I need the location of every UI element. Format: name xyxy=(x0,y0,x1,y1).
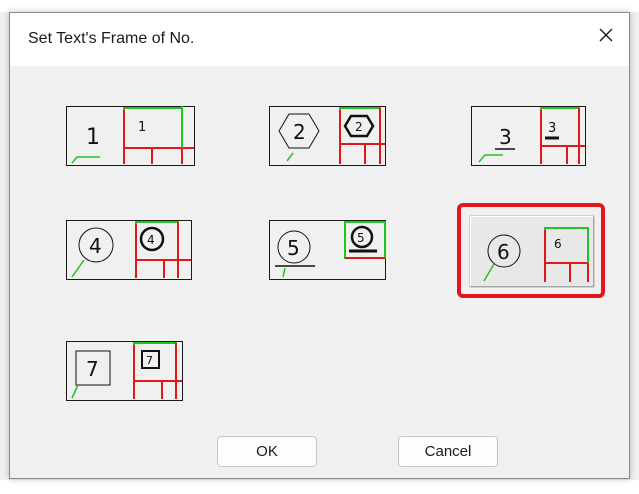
cancel-button[interactable]: Cancel xyxy=(398,436,498,467)
frame-option-3-preview-label: 3 xyxy=(548,121,556,136)
selected-frame-highlight: 6 6 xyxy=(457,203,605,298)
frame-option-5-label: 5 xyxy=(287,236,300,260)
frame-dialog: Set Text's Frame of No. 1 1 2 2 3 3 4 4 … xyxy=(9,12,630,479)
frame-option-1-preview-label: 1 xyxy=(138,120,146,135)
frame-option-7[interactable]: 7 7 xyxy=(66,341,206,401)
frame-option-5-preview-label: 5 xyxy=(357,231,365,245)
title-bar: Set Text's Frame of No. xyxy=(10,13,629,66)
frame-option-6-label: 6 xyxy=(497,240,510,264)
close-button[interactable] xyxy=(583,13,629,57)
frame-option-5[interactable]: 5 5 xyxy=(269,220,409,280)
frame-option-2-preview-label: 2 xyxy=(355,120,363,134)
close-icon xyxy=(599,28,613,42)
frame-option-7-label: 7 xyxy=(86,357,99,381)
ok-button[interactable]: OK xyxy=(217,436,317,467)
background-window-bottom xyxy=(0,480,639,494)
background-window-top xyxy=(0,0,639,12)
frame-option-1-label: 1 xyxy=(86,125,100,150)
frame-option-3[interactable]: 3 3 xyxy=(471,106,611,166)
frame-option-2[interactable]: 2 2 xyxy=(269,106,409,166)
frame-option-4[interactable]: 4 4 xyxy=(66,220,206,280)
frame-option-3-label: 3 xyxy=(499,125,512,149)
frame-option-2-label: 2 xyxy=(293,120,306,144)
frame-option-6-preview-label: 6 xyxy=(554,237,562,251)
frame-option-4-preview-label: 4 xyxy=(147,233,155,247)
frame-option-7-preview-label: 7 xyxy=(146,354,153,367)
frame-option-1[interactable]: 1 1 xyxy=(66,106,206,166)
frame-option-4-label: 4 xyxy=(89,234,102,258)
dialog-title: Set Text's Frame of No. xyxy=(28,30,195,47)
frame-option-6[interactable]: 6 6 xyxy=(469,215,595,288)
